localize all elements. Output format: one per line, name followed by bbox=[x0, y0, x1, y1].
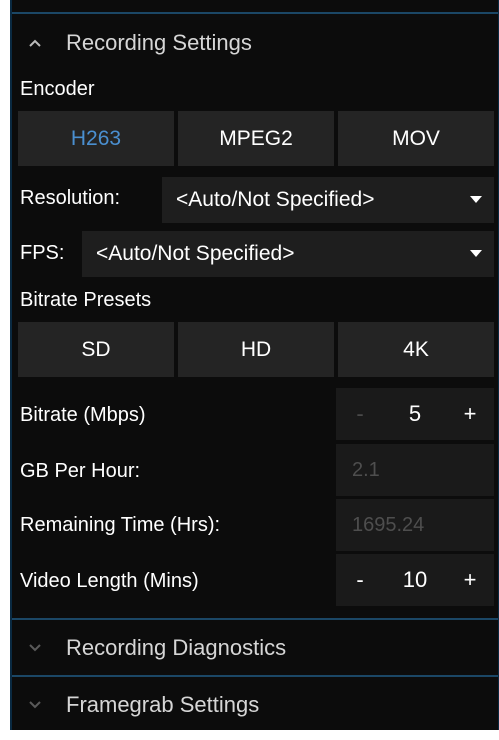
bitrate-decrement-button[interactable]: - bbox=[336, 401, 384, 427]
chevron-down-icon bbox=[26, 696, 44, 714]
resolution-select[interactable]: <Auto/Not Specified> bbox=[162, 177, 494, 223]
bitrate-value[interactable]: 5 bbox=[384, 401, 446, 427]
framegrab-settings-title: Framegrab Settings bbox=[66, 691, 260, 717]
resolution-value: <Auto/Not Specified> bbox=[176, 188, 375, 211]
bitrate-stepper: - 5 + bbox=[336, 388, 494, 440]
dropdown-arrow-icon bbox=[458, 250, 494, 258]
remaining-time-value: 1695.24 bbox=[336, 499, 494, 551]
video-length-value[interactable]: 10 bbox=[384, 567, 446, 593]
gb-per-hour-label: GB Per Hour: bbox=[20, 460, 141, 482]
encoder-buttons: H263 MPEG2 MOV bbox=[18, 111, 494, 166]
recording-diagnostics-title: Recording Diagnostics bbox=[66, 634, 287, 660]
preset-4k-button[interactable]: 4K bbox=[338, 322, 494, 377]
chevron-down-icon bbox=[26, 639, 44, 657]
bitrate-increment-button[interactable]: + bbox=[446, 401, 494, 427]
encoder-mpeg2-button[interactable]: MPEG2 bbox=[178, 111, 334, 166]
recording-settings-title: Recording Settings bbox=[66, 30, 252, 55]
chevron-up-icon bbox=[26, 34, 44, 52]
fps-label: FPS: bbox=[20, 242, 65, 264]
encoder-label: Encoder bbox=[20, 78, 95, 100]
video-length-decrement-button[interactable]: - bbox=[336, 567, 384, 593]
preset-hd-button[interactable]: HD bbox=[178, 322, 334, 377]
resolution-label: Resolution: bbox=[20, 187, 121, 209]
settings-panel: Recording Settings Encoder H263 MPEG2 MO… bbox=[10, 0, 499, 730]
recording-settings-header[interactable]: Recording Settings bbox=[12, 14, 498, 72]
bitrate-label: Bitrate (Mbps) bbox=[20, 404, 146, 426]
remaining-time-label: Remaining Time (Hrs): bbox=[20, 514, 221, 536]
encoder-h263-button[interactable]: H263 bbox=[18, 111, 174, 166]
top-divider bbox=[12, 0, 498, 14]
gb-per-hour-value: 2.1 bbox=[336, 444, 494, 496]
recording-diagnostics-header[interactable]: Recording Diagnostics bbox=[12, 618, 498, 675]
dropdown-arrow-icon bbox=[458, 196, 494, 204]
video-length-increment-button[interactable]: + bbox=[446, 567, 494, 593]
bitrate-preset-buttons: SD HD 4K bbox=[18, 322, 494, 377]
video-length-label: Video Length (Mins) bbox=[20, 570, 199, 592]
video-length-stepper: - 10 + bbox=[336, 554, 494, 606]
encoder-mov-button[interactable]: MOV bbox=[338, 111, 494, 166]
framegrab-settings-header[interactable]: Framegrab Settings bbox=[12, 675, 498, 732]
preset-sd-button[interactable]: SD bbox=[18, 322, 174, 377]
fps-select[interactable]: <Auto/Not Specified> bbox=[82, 231, 494, 277]
fps-value: <Auto/Not Specified> bbox=[96, 242, 295, 265]
bitrate-presets-label: Bitrate Presets bbox=[20, 289, 152, 311]
